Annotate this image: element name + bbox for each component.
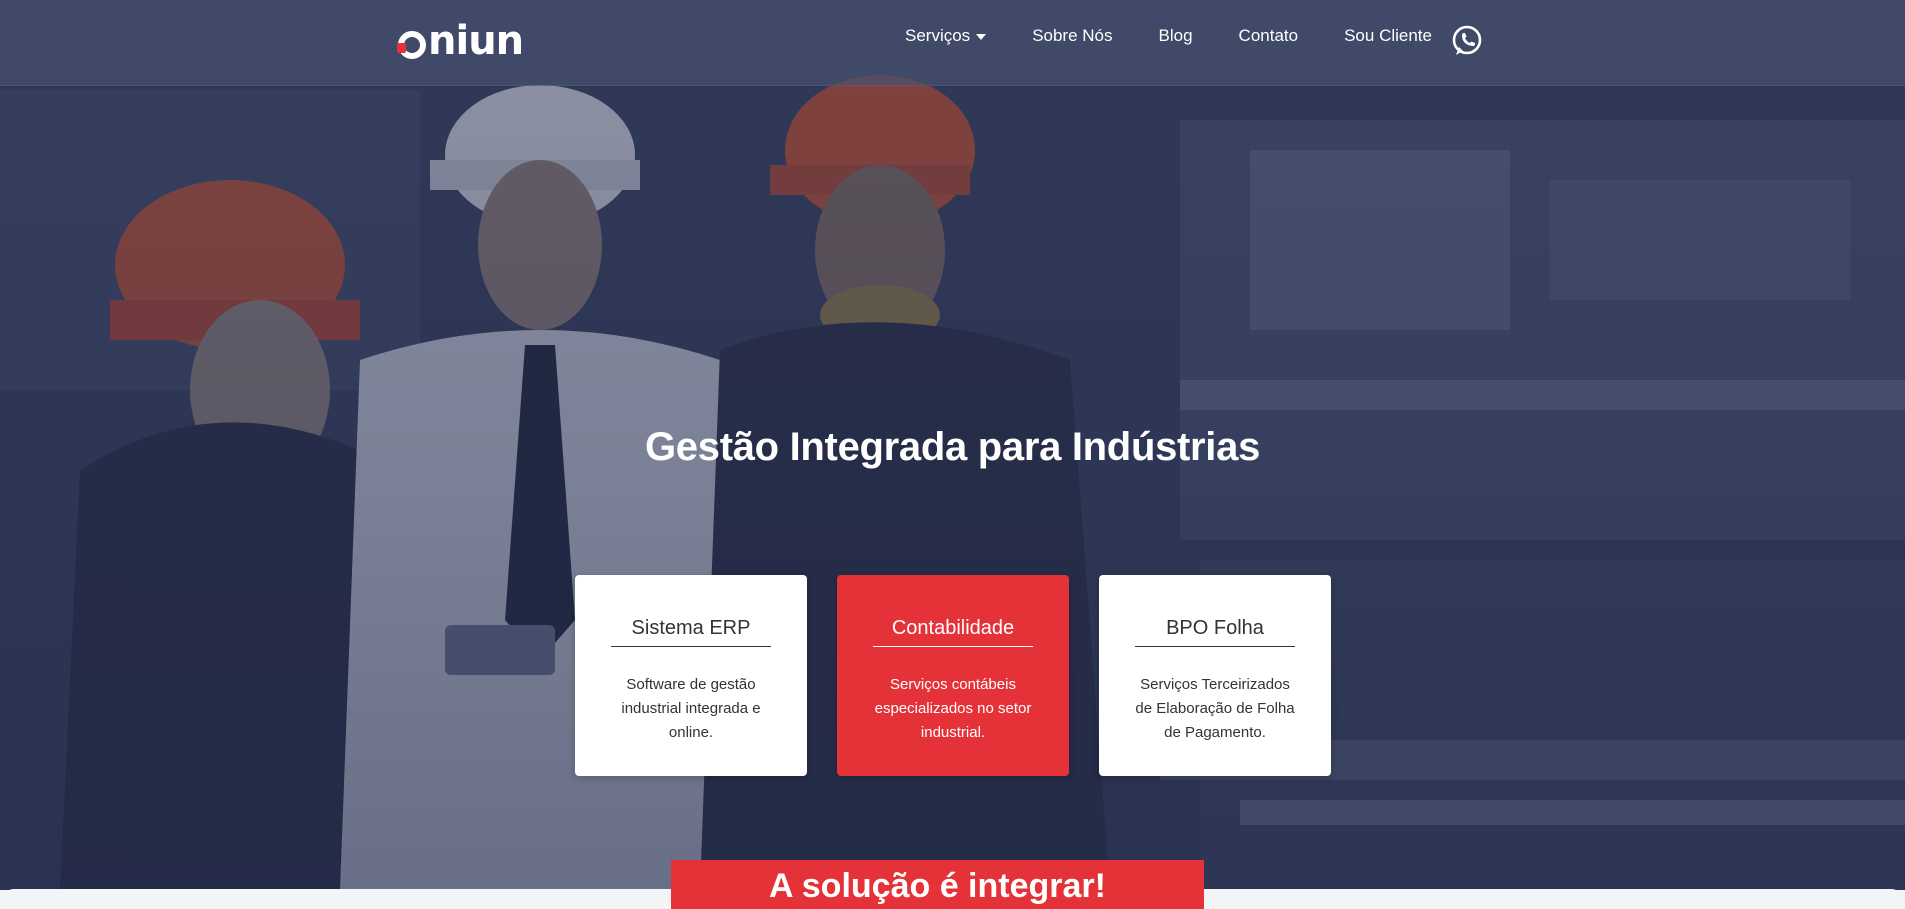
card-description: Serviços contábeis especializados no set… <box>874 676 1032 741</box>
nav-item-servicos[interactable]: Serviços <box>905 26 987 46</box>
nav-item-label: Contato <box>1238 26 1299 45</box>
whatsapp-icon[interactable] <box>1450 24 1484 58</box>
service-card-contabilidade[interactable]: Contabilidade Serviços contábeis especia… <box>837 575 1069 776</box>
card-title: Contabilidade <box>873 617 1033 647</box>
site-logo[interactable]: niun <box>397 18 524 64</box>
hero-headline: Gestão Integrada para Indústrias <box>644 425 1261 469</box>
main-nav: Serviços Sobre Nós Blog Contato Sou Clie… <box>905 26 1478 46</box>
nav-item-sobre-nos[interactable]: Sobre Nós <box>1032 26 1112 46</box>
nav-item-sou-cliente[interactable]: Sou Cliente <box>1344 26 1432 46</box>
logo-text: niun <box>428 18 524 64</box>
card-title: BPO Folha <box>1135 617 1295 647</box>
card-title: Sistema ERP <box>611 617 771 647</box>
service-card-erp[interactable]: Sistema ERP Software de gestão industria… <box>575 575 807 776</box>
chevron-down-icon <box>976 34 987 40</box>
nav-item-label: Sobre Nós <box>1032 26 1113 45</box>
nav-item-label: Serviços <box>905 26 971 45</box>
nav-item-blog[interactable]: Blog <box>1159 26 1193 46</box>
site-header: niun Serviços Sobre Nós Blog Contato Sou… <box>0 0 1905 86</box>
card-description: Software de gestão industrial integrada … <box>621 676 761 741</box>
card-description: Serviços Terceirizados de Elaboração de … <box>1135 676 1295 741</box>
cta-banner: A solução é integrar! <box>671 860 1204 909</box>
logo-mark-icon <box>397 31 426 59</box>
nav-item-label: Blog <box>1158 26 1193 45</box>
nav-item-label: Sou Cliente <box>1344 26 1432 45</box>
nav-item-contato[interactable]: Contato <box>1239 26 1299 46</box>
service-card-bpo-folha[interactable]: BPO Folha Serviços Terceirizados de Elab… <box>1099 575 1331 776</box>
